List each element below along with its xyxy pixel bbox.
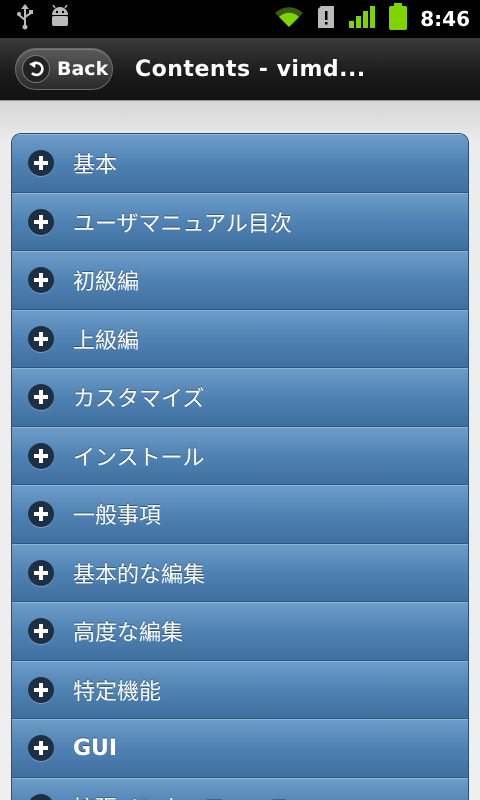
list-item[interactable]: 基本的な編集 (12, 543, 468, 602)
list-item-label: 高度な編集 (73, 621, 184, 647)
status-bar: 8:46 (0, 0, 480, 38)
list-item[interactable]: 高度な編集 (12, 602, 468, 661)
android-debug-icon (48, 4, 72, 33)
list-item-label: 基本的な編集 (73, 562, 206, 588)
list-item[interactable]: GUI (12, 719, 468, 778)
list-item[interactable]: 上級編 (12, 309, 468, 368)
list-item-label: インストール (73, 445, 205, 471)
page-title: Contents - vimd... (135, 56, 366, 82)
list-item[interactable]: 初級編 (12, 251, 468, 310)
battery-icon (388, 3, 408, 35)
back-button-label: Back (57, 58, 109, 80)
expand-plus-icon[interactable] (28, 501, 54, 528)
list-item-label: 基本 (73, 153, 118, 179)
list-item[interactable]: 基本 (12, 134, 468, 193)
usb-icon (16, 4, 34, 34)
list-item-label: 上級編 (73, 328, 140, 354)
expand-plus-icon[interactable] (28, 384, 54, 411)
list-item-label: 初級編 (73, 270, 140, 296)
expand-plus-icon[interactable] (28, 618, 54, 645)
expand-plus-icon[interactable] (28, 208, 54, 235)
back-button[interactable]: Back (15, 48, 113, 90)
list-item[interactable]: インストール (12, 426, 468, 485)
contents-view: 基本ユーザマニュアル目次 初級編上級編カスタマイズ インストール 一般事項基本的な編集… (0, 100, 480, 800)
expand-plus-icon[interactable] (28, 442, 54, 469)
sd-card-alert-icon (316, 5, 336, 33)
list-item-label: GUI (73, 735, 118, 761)
list-item[interactable]: ユーザマニュアル目次 (12, 192, 468, 251)
expand-plus-icon[interactable] (28, 559, 54, 586)
contents-list: 基本ユーザマニュアル目次 初級編上級編カスタマイズ インストール 一般事項基本的な編集… (11, 133, 469, 800)
list-item-label: 特定機能 (73, 679, 162, 705)
expand-plus-icon[interactable] (28, 735, 54, 762)
expand-plus-icon[interactable] (28, 267, 54, 294)
list-item[interactable]: 特定機能 (12, 660, 468, 719)
list-item-label: カスタマイズ (73, 387, 205, 413)
wifi-icon (274, 5, 304, 33)
expand-plus-icon[interactable] (28, 150, 54, 177)
status-time: 8:46 (420, 7, 470, 31)
list-item-label: 拡張インターフェース (73, 791, 291, 800)
expand-plus-icon[interactable] (28, 676, 54, 703)
list-item[interactable]: カスタマイズ (12, 368, 468, 427)
title-bar: Back Contents - vimd... (0, 38, 480, 100)
list-item[interactable]: 拡張インターフェース (12, 777, 468, 800)
expand-plus-icon[interactable] (28, 793, 54, 800)
list-item-label: 一般事項 (73, 504, 162, 530)
back-arrow-icon (22, 55, 50, 83)
list-item-label: ユーザマニュアル目次 (73, 211, 292, 237)
signal-icon (348, 5, 376, 33)
expand-plus-icon[interactable] (28, 325, 54, 352)
list-item[interactable]: 一般事項 (12, 485, 468, 544)
